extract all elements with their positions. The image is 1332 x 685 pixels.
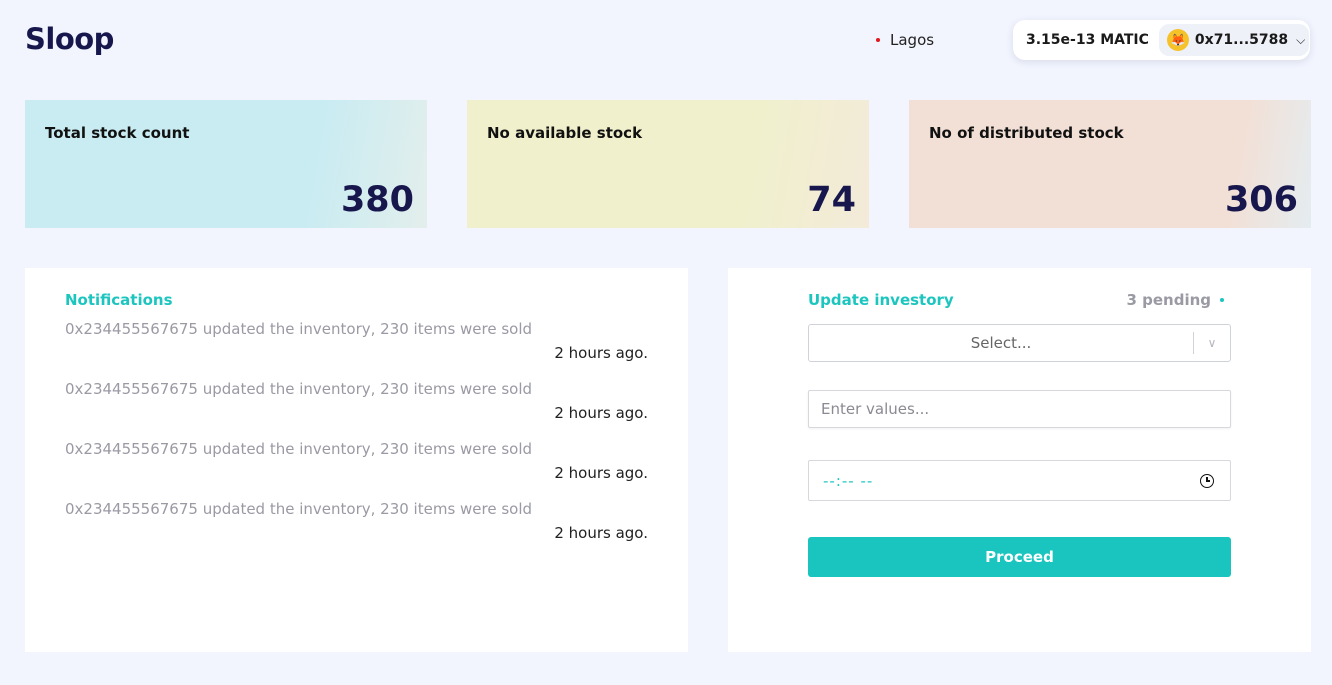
notification-time: 2 hours ago. [554,524,648,542]
pending-count: 3 pending [1126,291,1211,309]
clock-icon[interactable] [1200,473,1214,488]
select-placeholder: Select... [970,334,1032,352]
time-value: --:-- -- [823,471,874,490]
pending-indicator: 3 pending [1126,291,1231,309]
notification-message: 0x234455567675 updated the inventory, 23… [65,500,533,518]
chevron-down-icon[interactable]: ∨ [1194,336,1230,350]
notification-item: 0x234455567675 updated the inventory, 23… [65,500,648,560]
values-input[interactable]: Enter values... [808,390,1231,428]
notification-time: 2 hours ago. [554,464,648,482]
notification-item: 0x234455567675 updated the inventory, 23… [65,380,648,440]
notification-item: 0x234455567675 updated the inventory, 23… [65,320,648,380]
app-logo[interactable]: Sloop [25,22,114,56]
wallet-widget[interactable]: 3.15e-13 MATIC 🦊 0x71...5788 ⌵ [1013,20,1310,60]
stat-card-distributed: No of distributed stock 306 [909,100,1311,228]
stat-value: 306 [1224,180,1298,220]
notification-message: 0x234455567675 updated the inventory, 23… [65,380,533,398]
notification-time: 2 hours ago. [554,404,648,422]
stat-card-available: No available stock 74 [467,100,869,228]
wallet-address: 0x71...5788 [1194,32,1289,48]
chevron-down-icon: ⌵ [1296,32,1306,47]
location-label: Lagos [890,31,935,49]
notification-time: 2 hours ago. [554,344,648,362]
stat-value: 74 [807,180,856,220]
stat-card-total: Total stock count 380 [25,100,427,228]
notification-message: 0x234455567675 updated the inventory, 23… [65,320,533,338]
stat-label: Total stock count [45,124,190,142]
update-inventory-panel: Update investory 3 pending Select... ∨ E… [728,268,1311,652]
notification-message: 0x234455567675 updated the inventory, 23… [65,440,533,458]
location-indicator: Lagos [876,31,934,49]
stat-label: No available stock [487,124,643,142]
pending-dot-icon [1220,298,1224,302]
account-button[interactable]: 🦊 0x71...5788 ⌵ [1158,24,1309,56]
page: Sloop Lagos 3.15e-13 MATIC 🦊 0x71...5788… [0,0,1332,685]
stat-label: No of distributed stock [929,124,1124,142]
stat-value: 380 [340,180,414,220]
update-header: Update investory 3 pending [808,291,1231,309]
time-input[interactable]: --:-- -- [808,460,1231,501]
update-title: Update investory [808,291,954,309]
location-dot-icon [876,38,880,42]
item-select[interactable]: Select... ∨ [808,324,1231,362]
wallet-balance: 3.15e-13 MATIC [1026,32,1149,48]
proceed-button[interactable]: Proceed [808,537,1231,577]
notifications-title: Notifications [65,291,173,309]
fox-avatar-icon: 🦊 [1166,29,1189,51]
notification-item: 0x234455567675 updated the inventory, 23… [65,440,648,500]
notifications-panel: Notifications 0x234455567675 updated the… [25,268,688,652]
